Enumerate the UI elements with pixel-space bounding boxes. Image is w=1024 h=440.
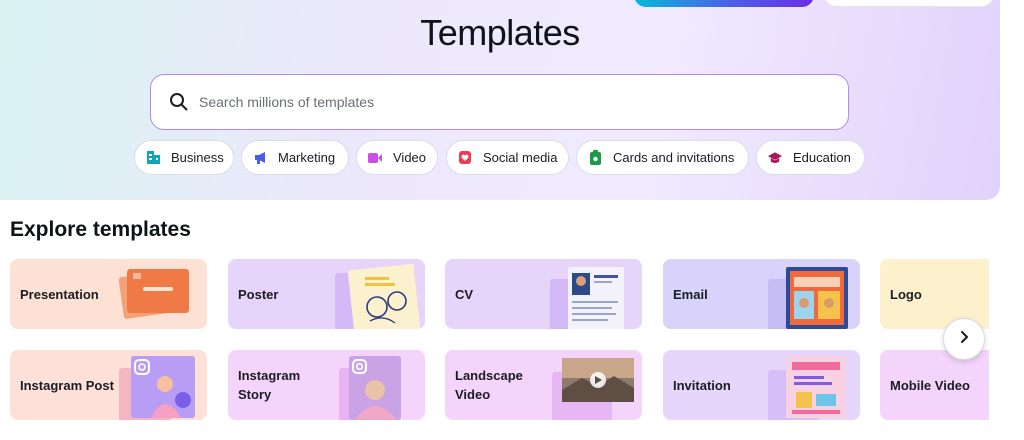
card-label: Invitation [673,377,731,393]
chip-marketing[interactable]: Marketing [241,140,349,175]
chip-label: Social media [483,150,558,165]
heart-badge-icon [457,150,473,166]
card-label: Email [673,286,708,302]
template-card-poster[interactable]: Poster [228,259,425,329]
chip-label: Education [793,150,851,165]
scrollbar-track[interactable] [1000,0,1024,440]
chip-label: Marketing [278,150,336,165]
template-card-instagram-post[interactable]: Instagram Post [10,350,207,420]
chip-label: Video [393,150,427,165]
chevron-right-icon [958,330,970,349]
chip-label: Business [171,150,224,165]
template-card-cv[interactable]: CV [445,259,642,329]
page-title: Templates [420,12,580,53]
graduation-cap-icon [767,150,783,166]
search-icon [169,91,191,113]
chip-social-media[interactable]: Social media [446,140,569,175]
search-bar[interactable] [150,74,849,130]
invitation-thumbnail [760,350,860,420]
instagram-post-thumbnail [107,350,207,420]
primary-header-button[interactable] [634,0,814,7]
card-label: Landscape Video [455,368,523,402]
briefcase-icon [145,150,161,166]
carousel-next-button[interactable] [943,318,985,360]
chip-video[interactable]: Video [356,140,438,175]
template-card-mobile-video[interactable]: Mobile Video [880,350,989,420]
presentation-thumbnail [107,259,207,329]
chip-label: Cards and invitations [613,150,735,165]
template-card-instagram-story[interactable]: Instagram Story [228,350,425,420]
instagram-story-thumbnail [325,350,425,420]
template-card-logo[interactable]: Logo [880,259,989,329]
template-card-email[interactable]: Email [663,259,860,329]
template-card-invitation[interactable]: Invitation [663,350,860,420]
megaphone-icon [252,150,268,166]
poster-thumbnail [325,259,425,329]
section-title-explore: Explore templates [10,218,191,241]
template-grid: Presentation Poster CV Email Logo Instag… [0,258,989,440]
cv-thumbnail [542,259,642,329]
video-camera-icon [367,150,383,166]
template-card-presentation[interactable]: Presentation [10,259,207,329]
chip-business[interactable]: Business [134,140,234,175]
chip-education[interactable]: Education [756,140,865,175]
card-label: Instagram Story [238,368,301,402]
card-label: Presentation [20,286,99,302]
landscape-video-thumbnail [542,350,642,420]
card-label: Instagram Post [20,377,114,393]
secondary-header-button[interactable] [824,0,994,7]
chip-cards-and-invitations[interactable]: Cards and invitations [576,140,749,175]
search-input[interactable] [199,94,799,110]
template-card-landscape-video[interactable]: Landscape Video [445,350,642,420]
card-label: CV [455,286,474,302]
card-label: Mobile Video [890,377,970,393]
email-thumbnail [760,259,860,329]
card-label: Poster [238,286,279,302]
card-icon [587,149,603,166]
